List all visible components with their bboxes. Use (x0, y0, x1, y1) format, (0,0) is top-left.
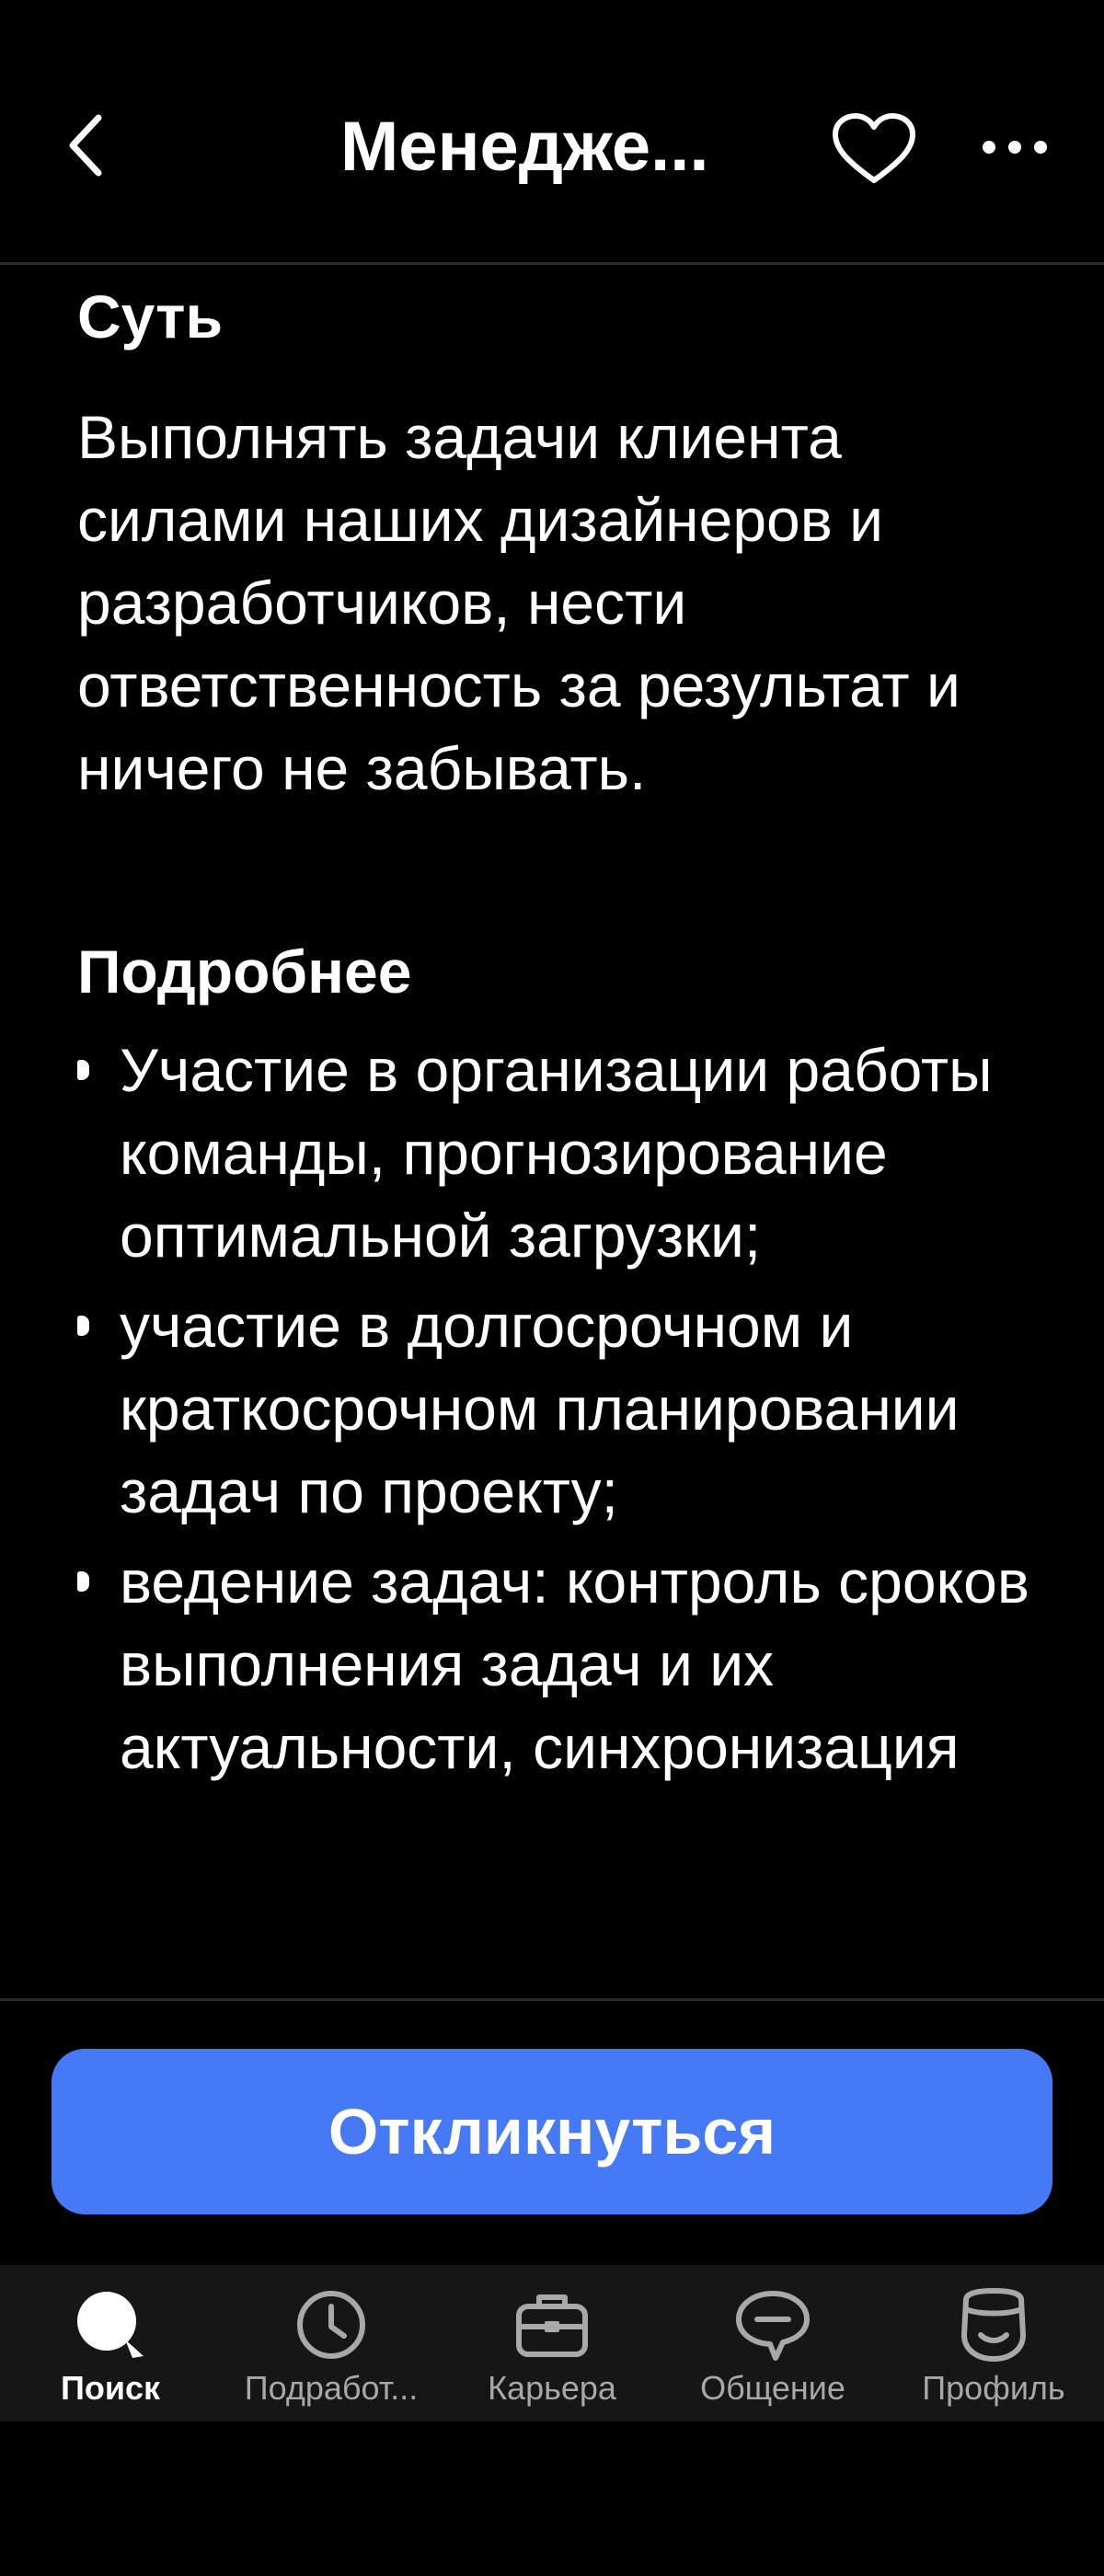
section-heading-details: Подробнее (77, 937, 412, 1006)
bullet-marker (77, 1571, 89, 1592)
favorite-button[interactable] (826, 110, 922, 188)
tab-label: Общение (700, 2369, 845, 2407)
back-button[interactable] (53, 109, 118, 182)
tab-chat[interactable]: Общение (662, 2265, 883, 2421)
search-icon (77, 2292, 144, 2358)
bullet-marker (77, 1316, 89, 1336)
chevron-left-icon (69, 114, 102, 177)
top-app-bar: Менедже... (0, 0, 1104, 265)
section-heading-summary: Суть (77, 282, 224, 351)
action-bar: Откликнуться (0, 1998, 1104, 2265)
page-title: Менедже... (340, 108, 709, 186)
bottom-tab-bar: Поиск Подработ... Карьера Общение Профил… (0, 2265, 1104, 2421)
clock-icon (297, 2291, 365, 2359)
tab-profile[interactable]: Профиль (883, 2265, 1104, 2421)
heart-icon (833, 113, 915, 183)
more-options-button[interactable] (973, 120, 1056, 175)
tab-search[interactable]: Поиск (0, 2265, 221, 2421)
home-indicator-area (0, 2421, 1104, 2576)
list-item: ведение задач: контроль сроков выполнени… (77, 1540, 1071, 1788)
list-item: Участие в организации работы команды, пр… (77, 1029, 1071, 1277)
tab-side-jobs[interactable]: Подработ... (221, 2265, 442, 2421)
bullet-marker (77, 1060, 89, 1080)
vacancy-content[interactable]: Суть Выполнять задачи клиента силами наш… (0, 265, 1104, 1998)
list-item-text: участие в долгосрочном и краткосрочном п… (120, 1292, 960, 1525)
chat-icon (736, 2291, 810, 2361)
tab-label: Подработ... (244, 2369, 419, 2407)
profile-icon (961, 2288, 1026, 2362)
more-dots-icon (983, 141, 1047, 154)
tab-label: Поиск (60, 2369, 161, 2407)
list-item-text: ведение задач: контроль сроков выполнени… (120, 1547, 1029, 1781)
briefcase-icon (516, 2294, 588, 2357)
list-item: участие в долгосрочном и краткосрочном п… (77, 1284, 1071, 1533)
summary-text: Выполнять задачи клиента силами наших ди… (77, 403, 960, 802)
list-item-text: Участие в организации работы команды, пр… (120, 1036, 993, 1270)
tab-career[interactable]: Карьера (442, 2265, 662, 2421)
apply-button[interactable]: Откликнуться (52, 2049, 1052, 2214)
details-list: Участие в организации работы команды, пр… (77, 1029, 1071, 1796)
tab-label: Карьера (488, 2369, 616, 2407)
tab-label: Профиль (922, 2369, 1065, 2407)
